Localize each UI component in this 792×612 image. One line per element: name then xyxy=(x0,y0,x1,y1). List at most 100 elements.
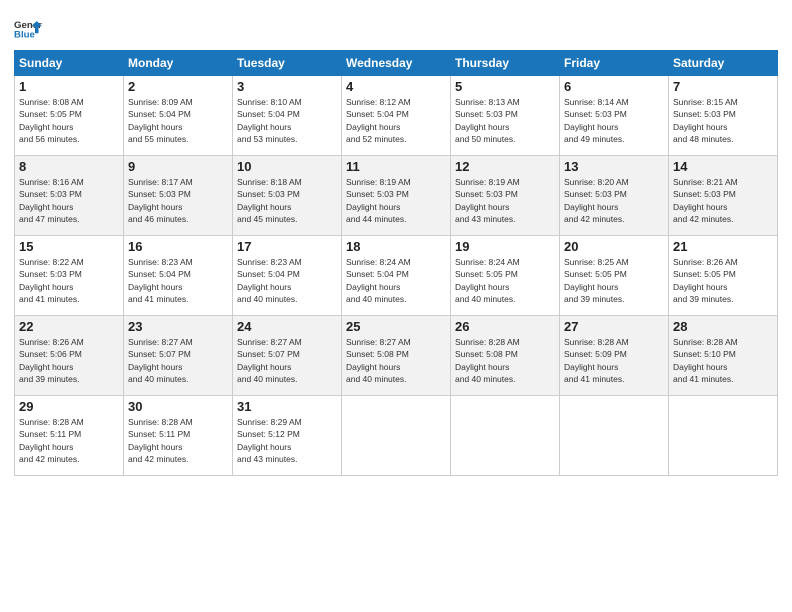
sunset-label: Sunset: 5:05 PM xyxy=(455,269,518,279)
calendar-cell: 8 Sunrise: 8:16 AM Sunset: 5:03 PM Dayli… xyxy=(15,156,124,236)
daylight-value: and 48 minutes. xyxy=(673,134,733,144)
sunset-label: Sunset: 5:10 PM xyxy=(673,349,736,359)
sunrise-label: Sunrise: 8:27 AM xyxy=(346,337,411,347)
daylight-value: and 41 minutes. xyxy=(128,294,188,304)
sunrise-label: Sunrise: 8:23 AM xyxy=(237,257,302,267)
daylight-label: Daylight hours xyxy=(19,362,73,372)
calendar-cell xyxy=(342,396,451,476)
sunrise-label: Sunrise: 8:08 AM xyxy=(19,97,84,107)
col-thursday: Thursday xyxy=(451,51,560,76)
sunset-label: Sunset: 5:03 PM xyxy=(19,269,82,279)
col-tuesday: Tuesday xyxy=(233,51,342,76)
calendar-cell: 13 Sunrise: 8:20 AM Sunset: 5:03 PM Dayl… xyxy=(560,156,669,236)
daylight-value: and 55 minutes. xyxy=(128,134,188,144)
day-number: 28 xyxy=(673,319,773,334)
sunrise-label: Sunrise: 8:28 AM xyxy=(673,337,738,347)
col-sunday: Sunday xyxy=(15,51,124,76)
calendar-cell: 24 Sunrise: 8:27 AM Sunset: 5:07 PM Dayl… xyxy=(233,316,342,396)
day-info: Sunrise: 8:27 AM Sunset: 5:07 PM Dayligh… xyxy=(128,336,228,385)
daylight-value: and 40 minutes. xyxy=(237,294,297,304)
daylight-label: Daylight hours xyxy=(455,282,509,292)
sunrise-label: Sunrise: 8:28 AM xyxy=(128,417,193,427)
sunrise-label: Sunrise: 8:14 AM xyxy=(564,97,629,107)
daylight-value: and 50 minutes. xyxy=(455,134,515,144)
day-info: Sunrise: 8:26 AM Sunset: 5:06 PM Dayligh… xyxy=(19,336,119,385)
sunrise-label: Sunrise: 8:15 AM xyxy=(673,97,738,107)
sunset-label: Sunset: 5:07 PM xyxy=(237,349,300,359)
sunset-label: Sunset: 5:12 PM xyxy=(237,429,300,439)
day-info: Sunrise: 8:28 AM Sunset: 5:08 PM Dayligh… xyxy=(455,336,555,385)
daylight-label: Daylight hours xyxy=(128,442,182,452)
daylight-label: Daylight hours xyxy=(128,202,182,212)
calendar-cell: 9 Sunrise: 8:17 AM Sunset: 5:03 PM Dayli… xyxy=(124,156,233,236)
daylight-value: and 56 minutes. xyxy=(19,134,79,144)
sunrise-label: Sunrise: 8:19 AM xyxy=(346,177,411,187)
sunset-label: Sunset: 5:03 PM xyxy=(128,189,191,199)
day-info: Sunrise: 8:21 AM Sunset: 5:03 PM Dayligh… xyxy=(673,176,773,225)
daylight-value: and 46 minutes. xyxy=(128,214,188,224)
day-number: 10 xyxy=(237,159,337,174)
sunrise-label: Sunrise: 8:21 AM xyxy=(673,177,738,187)
sunrise-label: Sunrise: 8:20 AM xyxy=(564,177,629,187)
day-info: Sunrise: 8:19 AM Sunset: 5:03 PM Dayligh… xyxy=(346,176,446,225)
calendar-cell: 5 Sunrise: 8:13 AM Sunset: 5:03 PM Dayli… xyxy=(451,76,560,156)
day-number: 24 xyxy=(237,319,337,334)
sunrise-label: Sunrise: 8:18 AM xyxy=(237,177,302,187)
calendar-cell: 7 Sunrise: 8:15 AM Sunset: 5:03 PM Dayli… xyxy=(669,76,778,156)
day-info: Sunrise: 8:29 AM Sunset: 5:12 PM Dayligh… xyxy=(237,416,337,465)
sunset-label: Sunset: 5:05 PM xyxy=(673,269,736,279)
sunset-label: Sunset: 5:03 PM xyxy=(673,189,736,199)
daylight-label: Daylight hours xyxy=(128,282,182,292)
daylight-value: and 40 minutes. xyxy=(346,374,406,384)
sunrise-label: Sunrise: 8:24 AM xyxy=(346,257,411,267)
calendar-cell: 26 Sunrise: 8:28 AM Sunset: 5:08 PM Dayl… xyxy=(451,316,560,396)
daylight-label: Daylight hours xyxy=(673,202,727,212)
sunset-label: Sunset: 5:04 PM xyxy=(128,269,191,279)
calendar-cell: 18 Sunrise: 8:24 AM Sunset: 5:04 PM Dayl… xyxy=(342,236,451,316)
calendar-week-3: 15 Sunrise: 8:22 AM Sunset: 5:03 PM Dayl… xyxy=(15,236,778,316)
calendar-cell: 10 Sunrise: 8:18 AM Sunset: 5:03 PM Dayl… xyxy=(233,156,342,236)
sunrise-label: Sunrise: 8:29 AM xyxy=(237,417,302,427)
daylight-label: Daylight hours xyxy=(19,122,73,132)
daylight-value: and 40 minutes. xyxy=(346,294,406,304)
daylight-value: and 52 minutes. xyxy=(346,134,406,144)
calendar-header: Sunday Monday Tuesday Wednesday Thursday… xyxy=(15,51,778,76)
daylight-label: Daylight hours xyxy=(455,122,509,132)
calendar-cell: 15 Sunrise: 8:22 AM Sunset: 5:03 PM Dayl… xyxy=(15,236,124,316)
day-number: 19 xyxy=(455,239,555,254)
daylight-value: and 40 minutes. xyxy=(237,374,297,384)
sunset-label: Sunset: 5:03 PM xyxy=(455,189,518,199)
day-number: 20 xyxy=(564,239,664,254)
day-info: Sunrise: 8:27 AM Sunset: 5:07 PM Dayligh… xyxy=(237,336,337,385)
day-number: 29 xyxy=(19,399,119,414)
calendar-cell: 22 Sunrise: 8:26 AM Sunset: 5:06 PM Dayl… xyxy=(15,316,124,396)
day-number: 31 xyxy=(237,399,337,414)
daylight-value: and 42 minutes. xyxy=(19,454,79,464)
day-number: 13 xyxy=(564,159,664,174)
day-number: 25 xyxy=(346,319,446,334)
col-monday: Monday xyxy=(124,51,233,76)
calendar-cell: 3 Sunrise: 8:10 AM Sunset: 5:04 PM Dayli… xyxy=(233,76,342,156)
daylight-value: and 42 minutes. xyxy=(128,454,188,464)
daylight-label: Daylight hours xyxy=(237,442,291,452)
calendar-cell xyxy=(451,396,560,476)
daylight-value: and 43 minutes. xyxy=(237,454,297,464)
day-info: Sunrise: 8:14 AM Sunset: 5:03 PM Dayligh… xyxy=(564,96,664,145)
day-info: Sunrise: 8:28 AM Sunset: 5:09 PM Dayligh… xyxy=(564,336,664,385)
calendar-week-1: 1 Sunrise: 8:08 AM Sunset: 5:05 PM Dayli… xyxy=(15,76,778,156)
calendar-week-4: 22 Sunrise: 8:26 AM Sunset: 5:06 PM Dayl… xyxy=(15,316,778,396)
sunrise-label: Sunrise: 8:22 AM xyxy=(19,257,84,267)
sunset-label: Sunset: 5:09 PM xyxy=(564,349,627,359)
calendar-cell: 11 Sunrise: 8:19 AM Sunset: 5:03 PM Dayl… xyxy=(342,156,451,236)
sunrise-label: Sunrise: 8:26 AM xyxy=(19,337,84,347)
col-wednesday: Wednesday xyxy=(342,51,451,76)
day-number: 27 xyxy=(564,319,664,334)
sunrise-label: Sunrise: 8:17 AM xyxy=(128,177,193,187)
day-info: Sunrise: 8:20 AM Sunset: 5:03 PM Dayligh… xyxy=(564,176,664,225)
calendar-cell: 28 Sunrise: 8:28 AM Sunset: 5:10 PM Dayl… xyxy=(669,316,778,396)
sunrise-label: Sunrise: 8:28 AM xyxy=(564,337,629,347)
calendar-cell: 23 Sunrise: 8:27 AM Sunset: 5:07 PM Dayl… xyxy=(124,316,233,396)
sunrise-label: Sunrise: 8:28 AM xyxy=(19,417,84,427)
daylight-value: and 39 minutes. xyxy=(564,294,624,304)
day-info: Sunrise: 8:15 AM Sunset: 5:03 PM Dayligh… xyxy=(673,96,773,145)
